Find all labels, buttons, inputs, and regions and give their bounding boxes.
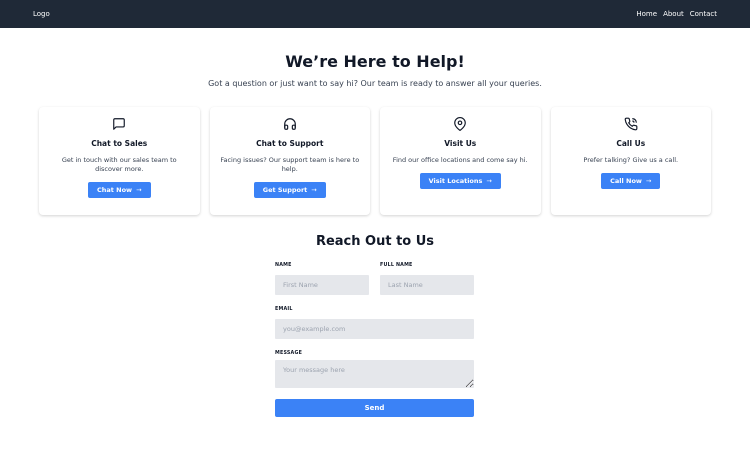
last-name-group: Full Name [380, 263, 474, 295]
first-name-input[interactable] [275, 275, 369, 295]
logo[interactable]: Logo [33, 10, 50, 18]
full-name-label: Full Name [380, 263, 413, 268]
card-description: Get in touch with our sales team to disc… [61, 156, 177, 174]
button-label: Visit Locations [428, 177, 483, 185]
nav-link-home[interactable]: Home [636, 10, 657, 18]
navbar: Logo Home About Contact [0, 0, 750, 28]
card-description: Prefer talking? Give us a call. [583, 156, 679, 164]
arrow-right-icon: → [486, 177, 492, 185]
arrow-right-icon: → [136, 185, 142, 194]
email-label: Email [275, 307, 293, 312]
name-label: Name [275, 263, 292, 268]
arrow-right-icon: → [645, 177, 652, 185]
nav-link-about[interactable]: About [663, 10, 684, 18]
phone-icon [624, 117, 638, 131]
button-label: Chat Now [96, 185, 133, 194]
button-label: Get Support [262, 185, 308, 194]
nav-links: Home About Contact [636, 10, 717, 18]
card-chat-sales: Chat to Sales Get in touch with our sale… [39, 107, 200, 215]
button-label: Call Now [610, 177, 642, 185]
location-pin-icon [453, 117, 467, 131]
visit-locations-button[interactable]: Visit Locations → [419, 173, 501, 189]
card-call-us: Call Us Prefer talking? Give us a call. … [550, 107, 711, 215]
first-name-group: Name [275, 263, 369, 295]
contact-cards: Chat to Sales Get in touch with our sale… [39, 107, 711, 215]
card-title: Call Us [616, 139, 646, 148]
message-textarea[interactable] [275, 360, 474, 388]
message-label: Message [275, 351, 303, 356]
card-title: Visit Us [444, 139, 477, 148]
card-description: Facing issues? Our support team is here … [220, 156, 360, 174]
chat-now-button[interactable]: Chat Now → [87, 181, 151, 198]
card-description: Find our office locations and come say h… [392, 156, 528, 164]
page-subtitle: Got a question or just want to say hi? O… [208, 79, 542, 88]
card-visit-us: Visit Us Find our office locations and c… [380, 107, 541, 215]
page-title: We’re Here to Help! [285, 52, 465, 71]
name-row: Name Full Name [275, 263, 474, 295]
contact-form: Name Full Name Email Message Send [275, 263, 474, 417]
nav-link-contact[interactable]: Contact [690, 10, 717, 18]
headphones-icon [283, 117, 297, 131]
card-title: Chat to Support [256, 139, 324, 148]
card-title: Chat to Sales [91, 139, 148, 148]
get-support-button[interactable]: Get Support → [253, 181, 326, 198]
send-button[interactable]: Send [275, 399, 474, 417]
chat-icon [112, 117, 126, 131]
call-now-button[interactable]: Call Now → [601, 173, 661, 189]
form-title: Reach Out to Us [315, 234, 435, 249]
email-input[interactable] [275, 319, 474, 339]
last-name-input[interactable] [380, 275, 474, 295]
arrow-right-icon: → [311, 185, 317, 194]
card-chat-support: Chat to Support Facing issues? Our suppo… [209, 107, 370, 215]
